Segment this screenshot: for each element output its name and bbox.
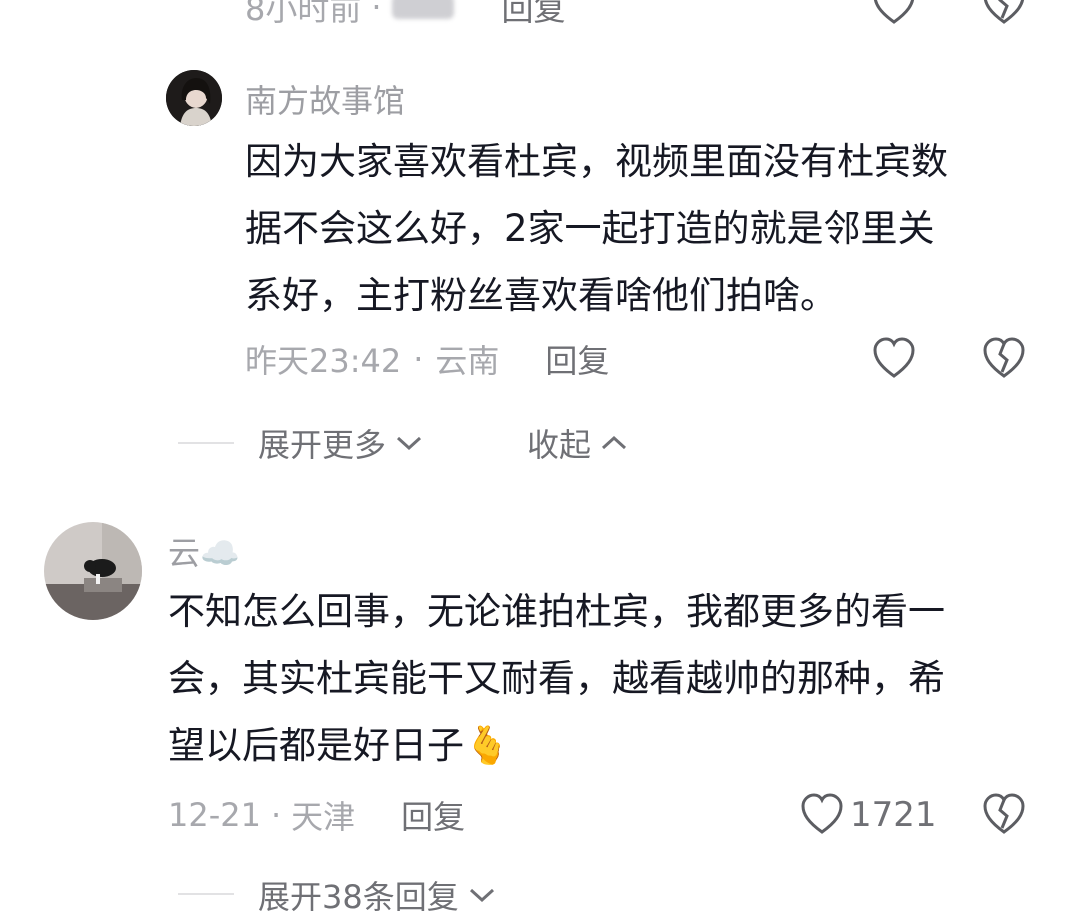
collapse-button[interactable]: 收起	[527, 420, 629, 466]
comment-meta: 12-21 · 天津 回复	[168, 792, 465, 838]
expand-more-label: 展开更多	[258, 426, 387, 464]
like-count: 1721	[850, 795, 937, 835]
comment-text-line: 不知怎么回事，无论谁拍杜宾，我都更多的看一	[168, 590, 945, 633]
comment-text-line: 会，其实杜宾能干又耐看，越看越帅的那种，希	[168, 657, 945, 700]
avatar[interactable]	[166, 70, 222, 126]
avatar[interactable]	[44, 522, 142, 620]
comment-text-line: 望以后都是好日子🫰	[168, 724, 511, 767]
expand-replies-button[interactable]: 展开38条回复	[258, 872, 497, 918]
comment-time: 12-21	[168, 796, 261, 834]
comment-author[interactable]: 云☁️	[168, 528, 240, 574]
comment-0-meta: 8小时前 · 回复	[245, 0, 566, 32]
comment-time: 昨天23:42	[245, 342, 402, 380]
dislike-broken-heart-icon[interactable]	[982, 336, 1026, 386]
reply-button[interactable]: 回复	[401, 792, 465, 838]
comment-location: 天津	[291, 798, 356, 836]
expand-more-button[interactable]: 展开更多	[258, 420, 424, 466]
collapse-label: 收起	[527, 426, 592, 464]
comment-author[interactable]: 南方故事馆	[245, 76, 405, 122]
comment-text-line: 据不会这么好，2家一起打造的就是邻里关	[245, 207, 935, 250]
like-heart-icon	[801, 793, 843, 834]
dislike-broken-heart-icon[interactable]	[982, 0, 1026, 32]
chevron-up-icon	[602, 435, 627, 450]
expand-replies-label: 展开38条回复	[258, 878, 459, 916]
like-heart-icon[interactable]	[872, 336, 916, 386]
comment-location: 云南	[435, 342, 500, 380]
meta-separator: ·	[413, 340, 424, 378]
chevron-down-icon	[469, 888, 494, 903]
location-blurred	[391, 0, 454, 19]
like-heart-icon[interactable]	[872, 0, 916, 32]
comment-meta: 昨天23:42 · 云南 回复	[245, 336, 609, 382]
comment-text: 不知怎么回事，无论谁拍杜宾，我都更多的看一 会，其实杜宾能干又耐看，越看越帅的那…	[168, 578, 1048, 779]
comment-time: 8小时前	[245, 0, 362, 28]
reply-button[interactable]: 回复	[502, 0, 566, 30]
comment-text-line: 因为大家喜欢看杜宾，视频里面没有杜宾数	[245, 140, 948, 183]
meta-separator: ·	[270, 796, 282, 834]
reply-button[interactable]: 回复	[545, 336, 609, 382]
comment-text-line: 系好，主打粉丝喜欢看啥他们拍啥。	[245, 274, 837, 317]
meta-separator: ·	[371, 0, 382, 26]
dislike-broken-heart-icon[interactable]	[982, 792, 1026, 842]
replies-divider	[178, 442, 234, 444]
chevron-down-icon	[397, 436, 422, 451]
like-control[interactable]: 1721	[800, 792, 937, 838]
comment-text: 因为大家喜欢看杜宾，视频里面没有杜宾数 据不会这么好，2家一起打造的就是邻里关 …	[245, 128, 1045, 329]
replies-divider	[178, 893, 234, 895]
